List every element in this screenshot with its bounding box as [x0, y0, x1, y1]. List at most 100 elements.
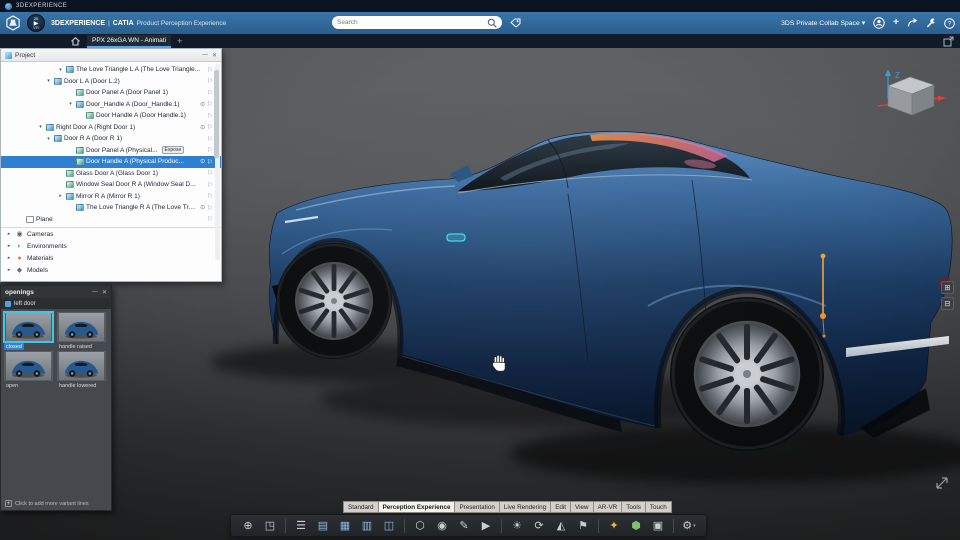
library-section-cameras[interactable]: ▸ ◉ Cameras [1, 228, 221, 240]
workbench-tab[interactable]: Tools [621, 501, 646, 513]
variant-preview-image[interactable] [4, 312, 53, 342]
flag-icon[interactable]: ⚐ [207, 66, 213, 74]
zoom-area-icon[interactable]: ⊕ [239, 517, 257, 535]
variant-thumbnail[interactable]: open [4, 351, 55, 389]
workbench-tab[interactable]: Standard [343, 501, 379, 513]
ambience-light-icon[interactable]: ☀ [508, 517, 526, 535]
document-tab[interactable]: PPX 26xGA WN - Animati [87, 34, 172, 48]
layout-columns-icon[interactable]: ▥ [358, 517, 376, 535]
collab-space-dropdown[interactable]: 3DS Private Collab Space ▾ [781, 19, 865, 28]
render-quality-icon[interactable]: ⬢ [627, 517, 645, 535]
expand-arrow-icon[interactable]: ▸ [6, 267, 12, 273]
tree-item[interactable]: ▸ Mirror R A (Mirror R 1) ⚐ [1, 191, 221, 203]
eye-icon[interactable]: ⊙ [200, 101, 205, 108]
tree-scrollbar-thumb[interactable] [214, 70, 219, 158]
collapse-viewport-button[interactable]: ⊟ [941, 297, 954, 310]
flag-icon[interactable]: ⚐ [207, 135, 213, 143]
tree-item[interactable]: ▾ Door_Handle A (Door_Handle.1) ⊙ ⚐ [1, 99, 221, 111]
library-section-environments[interactable]: ▸ ◐ Environments [1, 240, 221, 252]
workbench-tab[interactable]: Perception Experience [377, 501, 456, 513]
help-icon[interactable]: ? [944, 17, 955, 29]
milestone-flag-icon[interactable]: ⚑ [574, 517, 592, 535]
user-avatar-icon[interactable] [873, 17, 885, 29]
tree-item[interactable]: Door Panel A (Physical... Expose ⚐ [1, 145, 221, 157]
3ds-logo-icon[interactable] [5, 15, 21, 31]
spec-tree-icon[interactable]: ☰ [292, 517, 310, 535]
layout-split-icon[interactable]: ◫ [380, 517, 398, 535]
close-icon[interactable]: ✕ [102, 289, 107, 296]
flag-icon[interactable]: ⚐ [207, 204, 213, 212]
minimize-icon[interactable]: — [202, 52, 208, 59]
tree-item[interactable]: ▾ Door R A (Door R 1) ⚐ [1, 133, 221, 145]
material-preview-icon[interactable]: ◉ [433, 517, 451, 535]
workbench-tab[interactable]: View [570, 501, 594, 513]
resize-corner-icon[interactable] [934, 475, 950, 496]
workbench-tab[interactable]: Live Rendering [498, 501, 552, 513]
flag-icon[interactable]: ⚐ [207, 100, 213, 108]
tree-item[interactable]: ▾ Door L A (Door L.2) ⚐ [1, 76, 221, 88]
expand-viewport-button[interactable]: ⊞ [941, 281, 954, 294]
tree-item[interactable]: Plane ⚐ [1, 214, 221, 226]
variant-preview-image[interactable] [57, 312, 106, 342]
search-input[interactable] [337, 19, 484, 26]
flag-icon[interactable]: ⚐ [207, 146, 213, 154]
variant-preview-image[interactable] [4, 351, 53, 381]
workbench-tab[interactable]: Edit [550, 501, 572, 513]
flag-icon[interactable]: ⚐ [207, 123, 213, 131]
tree-item[interactable]: The Love Triangle R A (The Love Triangle… [1, 202, 221, 214]
capture-icon[interactable]: ▣ [649, 517, 667, 535]
workbench-tab[interactable]: Touch [644, 501, 672, 513]
expand-arrow-icon[interactable]: ▾ [45, 78, 52, 84]
minimize-icon[interactable]: — [92, 289, 98, 296]
library-section-materials[interactable]: ▸ ● Materials [1, 252, 221, 264]
expand-arrow-icon[interactable]: ▾ [57, 67, 64, 73]
eye-icon[interactable]: ⊙ [200, 204, 205, 211]
variant-thumbnail[interactable]: handle raised [57, 312, 108, 350]
tree-item[interactable]: ▾ The Love Triangle L A (The Love Triangl… [1, 64, 221, 76]
close-icon[interactable]: ✕ [212, 52, 217, 59]
variant-preview-image[interactable] [57, 351, 106, 381]
tree-scrollbar-track[interactable] [214, 64, 220, 260]
tree-item[interactable]: Window Seal Door R A (Window Seal D... ⚐ [1, 179, 221, 191]
tag-icon[interactable] [510, 18, 521, 28]
flag-icon[interactable]: ⚐ [207, 158, 213, 166]
home-icon[interactable] [70, 36, 81, 46]
expand-arrow-icon[interactable]: ▸ [6, 243, 12, 249]
play-animation-icon[interactable]: ▶ [477, 517, 495, 535]
product-context-icon[interactable]: ⬡ [411, 517, 429, 535]
flag-icon[interactable]: ⚐ [207, 169, 213, 177]
flag-icon[interactable]: ⚐ [207, 192, 213, 200]
tree-item[interactable]: ▾ Right Door A (Right Door 1) ⊙ ⚐ [1, 122, 221, 134]
iso-view-icon[interactable]: ◳ [261, 517, 279, 535]
flag-icon[interactable]: ⚐ [207, 215, 213, 223]
search-box[interactable] [332, 16, 502, 29]
tree-item[interactable]: Glass Door A (Glass Door 1) ⚐ [1, 168, 221, 180]
turntable-icon[interactable]: ⟳ [530, 517, 548, 535]
flag-icon[interactable]: ⚐ [207, 77, 213, 85]
layout-grid-icon[interactable]: ▦ [336, 517, 354, 535]
expand-arrow-icon[interactable]: ▾ [37, 124, 44, 130]
navigation-cube[interactable]: Z [874, 68, 950, 122]
variant-thumbnail[interactable]: closed [4, 312, 55, 350]
expand-arrow-icon[interactable]: ▸ [57, 193, 64, 199]
project-panel-header[interactable]: Project — ✕ [1, 49, 221, 62]
tree-item[interactable]: Door Handle A (Physical Produc... ⊙ ⚐ [1, 156, 221, 168]
expand-arrow-icon[interactable]: ▸ [6, 255, 12, 261]
expand-arrow-icon[interactable]: ▾ [45, 136, 52, 142]
workbench-tab[interactable]: Presentation [454, 501, 500, 513]
variant-thumbnail[interactable]: handle lowered [57, 351, 108, 389]
compass-icon[interactable]: 20 ▶ V.R [27, 14, 45, 32]
search-icon[interactable] [487, 18, 497, 28]
flag-icon[interactable]: ⚐ [207, 112, 213, 120]
workbench-tab[interactable]: AR-VR [592, 501, 623, 513]
expand-window-icon[interactable] [943, 36, 954, 47]
variant-group-row[interactable]: left door [1, 298, 111, 309]
wrench-icon[interactable] [926, 18, 936, 28]
library-section-models[interactable]: ▸ ◆ Models [1, 264, 221, 276]
sketch-icon[interactable]: ✎ [455, 517, 473, 535]
add-variant-footer[interactable]: + Click to add more variant lines [5, 500, 89, 507]
flag-icon[interactable]: ⚐ [207, 181, 213, 189]
expand-arrow-icon[interactable]: ▸ [6, 231, 12, 237]
tree-item[interactable]: Door Handle A (Door Handle.1) ⚐ [1, 110, 221, 122]
tree-item[interactable]: Door Panel A (Door Panel 1) ⚐ [1, 87, 221, 99]
